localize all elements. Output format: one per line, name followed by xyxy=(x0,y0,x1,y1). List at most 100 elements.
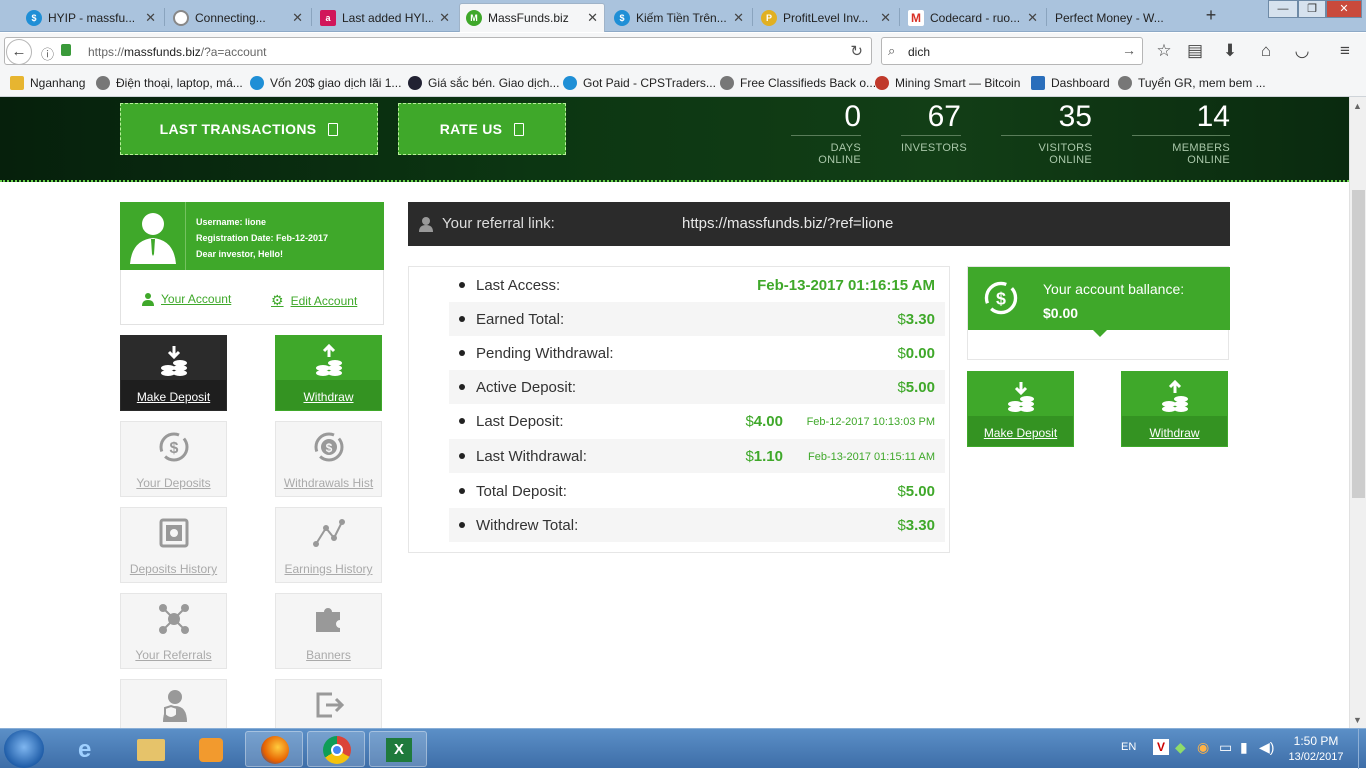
display-tray-icon[interactable]: ▭ xyxy=(1219,739,1232,756)
tab-kiem-tien[interactable]: $ Kiếm Tiền Trên... ✕ xyxy=(608,3,750,32)
close-window-button[interactable]: ✕ xyxy=(1326,0,1362,18)
tab-hyip-massfunds[interactable]: $ HYIP - massfu... ✕ xyxy=(20,3,162,32)
dollar-circle-icon xyxy=(250,76,264,90)
back-arrow-icon[interactable]: ← xyxy=(6,39,32,65)
row-last-access: Last Access: Feb-13-2017 01:16:15 AM xyxy=(449,268,945,302)
make-deposit-tile[interactable]: Make Deposit xyxy=(120,335,227,411)
withdrawals-history-tile[interactable]: $ Withdrawals Hist xyxy=(275,421,382,497)
taskbar-chrome[interactable] xyxy=(307,731,365,767)
show-desktop-button[interactable] xyxy=(1358,729,1366,769)
withdraw-tile[interactable]: Withdraw xyxy=(275,335,382,411)
tab-massfunds-active[interactable]: M MassFunds.biz ✕ xyxy=(459,3,605,32)
bookmark-item[interactable]: Vốn 20$ giao dịch lãi 1... xyxy=(250,76,401,90)
dollar-cycle-icon: $ xyxy=(314,432,344,462)
language-indicator[interactable]: EN xyxy=(1121,741,1136,753)
wifi-signal-icon[interactable]: ▮ xyxy=(1240,739,1248,756)
pocket-icon[interactable]: ◡ xyxy=(1288,37,1316,65)
currency-symbol: $ xyxy=(745,448,754,465)
tab-last-added-hyip[interactable]: a Last added HYI... ✕ xyxy=(314,3,456,32)
bookmark-item[interactable]: Nganhang xyxy=(10,76,85,90)
close-tab-icon[interactable]: ✕ xyxy=(880,10,891,26)
info-icon[interactable]: ⓘ xyxy=(41,44,54,63)
bookmark-star-icon[interactable]: ☆ xyxy=(1150,37,1178,65)
network-tray-icon[interactable]: ◆ xyxy=(1175,739,1186,756)
search-bar[interactable]: ⌕ dich → xyxy=(881,37,1143,65)
tab-connecting[interactable]: Connecting... ✕ xyxy=(167,3,309,32)
chrome-icon xyxy=(323,736,351,764)
bookmark-item[interactable]: Dashboard xyxy=(1031,76,1110,90)
restore-window-button[interactable]: ❐ xyxy=(1298,0,1326,18)
taskbar-excel[interactable]: X xyxy=(369,731,427,767)
close-tab-icon[interactable]: ✕ xyxy=(733,10,744,26)
close-tab-icon[interactable]: ✕ xyxy=(587,10,598,26)
referral-label: Your referral link: xyxy=(442,215,555,232)
close-tab-icon[interactable]: ✕ xyxy=(439,10,450,26)
home-icon[interactable]: ⌂ xyxy=(1252,37,1280,65)
search-go-icon[interactable]: → xyxy=(1122,42,1136,58)
downloads-icon[interactable]: ⬇ xyxy=(1216,37,1244,65)
scroll-up-icon[interactable]: ▲ xyxy=(1353,101,1362,111)
banners-tile[interactable]: Banners xyxy=(275,593,382,669)
last-transactions-button[interactable]: LAST TRANSACTIONS xyxy=(120,103,378,155)
bookmark-item[interactable]: Mining Smart — Bitcoin xyxy=(875,76,1020,90)
tab-title: HYIP - massfu... xyxy=(48,10,136,25)
lock-icon xyxy=(61,44,71,56)
scrollbar-thumb[interactable] xyxy=(1352,190,1365,498)
taskbar-firefox[interactable] xyxy=(245,731,303,767)
logout-tile[interactable] xyxy=(275,679,382,728)
reload-icon[interactable]: ↻ xyxy=(850,42,863,60)
bookmark-label: Nganhang xyxy=(30,76,86,90)
your-account-link[interactable]: Your Account xyxy=(141,292,231,306)
clock-time[interactable]: 1:50 PM xyxy=(1288,734,1344,748)
start-button[interactable] xyxy=(4,730,44,768)
side-withdraw-button[interactable]: Withdraw xyxy=(1121,371,1228,447)
new-tab-button[interactable]: + xyxy=(1200,4,1222,28)
deposits-history-tile[interactable]: Deposits History xyxy=(120,507,227,583)
side-make-deposit-button[interactable]: Make Deposit xyxy=(967,371,1074,447)
tab-perfect-money[interactable]: Perfect Money - W... xyxy=(1049,3,1195,32)
search-input[interactable]: dich xyxy=(908,45,930,59)
tab-codecard-gmail[interactable]: M Codecard - ruo... ✕ xyxy=(902,3,1044,32)
earnings-history-tile[interactable]: Earnings History xyxy=(275,507,382,583)
globe-icon xyxy=(96,76,110,90)
link-label: Your Account xyxy=(161,292,232,306)
bookmark-item[interactable]: Tuyển GR, mem bem ... xyxy=(1118,76,1266,90)
clock-date[interactable]: 13/02/2017 xyxy=(1280,751,1352,763)
app-tray-icon[interactable]: ◉ xyxy=(1197,739,1209,756)
row-label: Last Access: xyxy=(476,277,561,294)
internet-explorer-icon: e xyxy=(78,736,92,763)
bookmark-item[interactable]: Got Paid - CPSTraders... xyxy=(563,76,716,90)
your-referrals-tile[interactable]: Your Referrals xyxy=(120,593,227,669)
close-tab-icon[interactable]: ✕ xyxy=(292,10,303,26)
reading-list-icon[interactable]: ▤ xyxy=(1181,37,1209,65)
rate-us-button[interactable]: RATE US xyxy=(398,103,566,155)
antivirus-icon[interactable]: V xyxy=(1153,739,1169,755)
profitlevel-icon: P xyxy=(761,9,777,26)
taskbar-internet-explorer[interactable]: e xyxy=(62,731,120,767)
page-scrollbar[interactable]: ▲ ▼ xyxy=(1349,97,1366,728)
close-tab-icon[interactable]: ✕ xyxy=(145,10,156,26)
close-tab-icon[interactable]: ✕ xyxy=(1027,10,1038,26)
security-tile[interactable] xyxy=(120,679,227,728)
stat-members-online: 14 MEMBERS ONLINE xyxy=(1132,99,1230,166)
url-bar[interactable]: ← ⓘ https://massfunds.biz/?a=account ↻ xyxy=(4,37,872,65)
username: Username: lione xyxy=(196,217,267,227)
currency-symbol: $ xyxy=(897,345,906,362)
minimize-window-button[interactable]: — xyxy=(1268,0,1298,18)
your-deposits-tile[interactable]: $ Your Deposits xyxy=(120,421,227,497)
bookmark-item[interactable]: Điện thoại, laptop, má... xyxy=(96,76,243,90)
volume-icon[interactable]: ◀) xyxy=(1259,739,1274,756)
scroll-down-icon[interactable]: ▼ xyxy=(1353,715,1362,725)
menu-hamburger-icon[interactable]: ≡ xyxy=(1331,37,1359,65)
row-active-deposit: Active Deposit: $5.00 xyxy=(449,370,945,404)
tile-label: Withdrawals Hist xyxy=(283,476,374,490)
url-text[interactable]: https://massfunds.biz/?a=account xyxy=(88,45,266,59)
taskbar-media-player[interactable] xyxy=(182,731,240,767)
edit-account-link[interactable]: ⚙ Edit Account xyxy=(271,292,357,309)
tile-label: Make Deposit xyxy=(983,426,1058,440)
tab-profitlevel[interactable]: P ProfitLevel Inv... ✕ xyxy=(755,3,897,32)
bookmark-item[interactable]: Giá sắc bén. Giao dịch... xyxy=(408,76,559,90)
bookmark-item[interactable]: Free Classifieds Back o... xyxy=(720,76,876,90)
referral-url[interactable]: https://massfunds.biz/?ref=lione xyxy=(682,215,893,232)
taskbar-file-explorer[interactable] xyxy=(122,731,180,767)
